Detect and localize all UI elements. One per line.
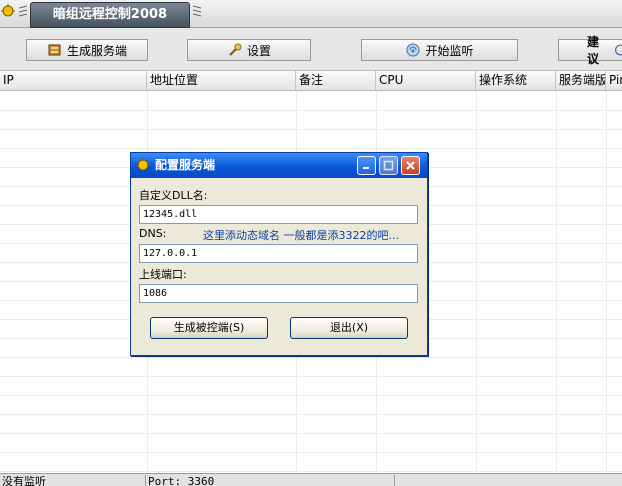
start-listen-label: 开始监听 [425,43,474,58]
configure-server-dialog: 配置服务端 自定义DLL名: 12345.dll DNS: 这里添动态域名 一般… [130,152,428,356]
port-input[interactable]: 1086 [139,284,418,303]
build-server-label: 生成服务端 [66,43,127,58]
dialog-titlebar[interactable]: 配置服务端 [131,153,427,178]
grid-line [606,91,607,472]
column-header-ip[interactable]: IP [0,71,147,90]
settings-button[interactable]: 设置 [187,39,311,61]
grid-line [0,452,622,453]
grid-line [0,129,622,130]
listen-status-text: 没有监听 [0,475,146,486]
app-icon [1,4,15,17]
column-header-server-version[interactable]: 服务端版 [556,71,606,90]
grid-line [0,395,622,396]
client-table-header: IP 地址位置 备注 CPU 操作系统 服务端版 Pin [0,71,622,91]
build-icon [48,44,61,56]
suggest-button[interactable]: 建议 [558,35,622,66]
app-titlebar: 暗组远程控制2008 [0,0,622,28]
dll-name-label: 自定义DLL名: [139,189,208,202]
dns-label: DNS: [139,227,167,240]
close-button[interactable] [401,156,420,175]
column-header-location[interactable]: 地址位置 [147,71,296,90]
suggest-label: 建议 [587,35,600,66]
column-header-cpu[interactable]: CPU [376,71,476,90]
grid-line [0,414,622,415]
dll-name-input[interactable]: 12345.dll [139,205,418,224]
toolbar: 生成服务端 设置 开始监听 建议 [0,28,622,71]
app-icon [136,158,150,171]
grid-line [0,148,622,149]
start-listen-button[interactable]: 开始监听 [361,39,518,61]
column-header-remark[interactable]: 备注 [296,71,376,90]
column-header-ping[interactable]: Pin [606,71,622,90]
build-server-button[interactable]: 生成服务端 [26,39,148,61]
minimize-icon [363,167,369,169]
close-icon [406,161,415,170]
dns-input[interactable]: 127.0.0.1 [139,244,418,263]
grid-line [556,91,557,472]
grid-line [0,471,622,472]
exit-button[interactable]: 退出(X) [290,317,408,339]
port-label: 上线端口: [139,268,187,281]
wrench-icon [229,43,242,56]
listen-icon [406,43,420,57]
grip-icon [18,5,28,17]
settings-label: 设置 [246,43,271,58]
minimize-button[interactable] [357,156,376,175]
grid-line [0,433,622,434]
maximize-button[interactable] [379,156,398,175]
status-pane-extra [397,475,622,486]
app-title[interactable]: 暗组远程控制2008 [30,2,190,28]
circle-icon [615,44,622,56]
status-bar: 没有监听 Port: 3360 [0,473,622,486]
dns-hint-text: 这里添动态域名 一般都是添3322的吧... [203,229,399,242]
grid-line [476,91,477,472]
grid-line [0,357,622,358]
column-header-os[interactable]: 操作系统 [476,71,556,90]
dialog-title: 配置服务端 [155,158,216,172]
generate-client-button[interactable]: 生成被控端(S) [150,317,268,339]
grip-icon [192,5,202,17]
port-status-text: Port: 3360 [146,475,395,486]
grid-line [0,110,622,111]
grid-line [0,376,622,377]
maximize-icon [383,160,394,171]
